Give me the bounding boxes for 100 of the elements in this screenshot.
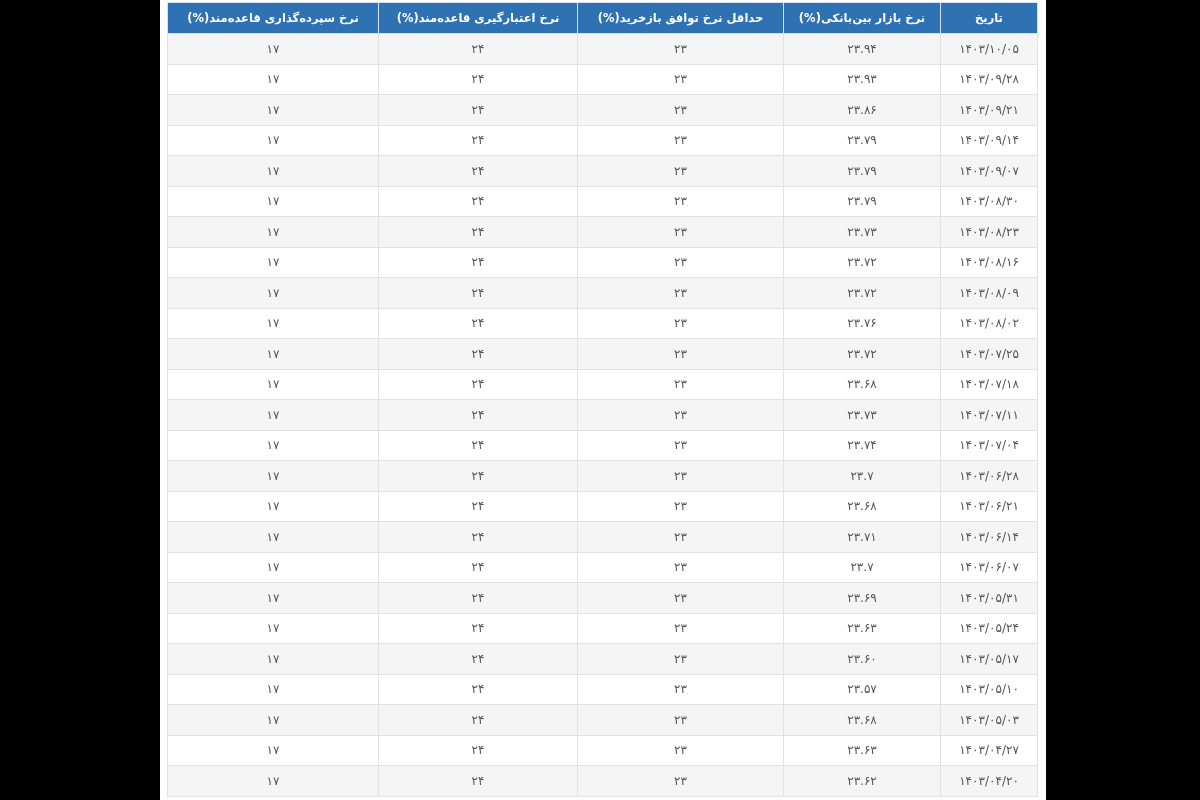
table-cell: ۱۷ xyxy=(167,460,379,491)
table-cell: ۲۳ xyxy=(577,155,784,186)
table-cell: ۲۴ xyxy=(378,460,578,491)
table-cell: ۱۴۰۳/۰۸/۰۹ xyxy=(940,277,1038,308)
table-cell: ۲۳.۵۷ xyxy=(783,674,941,705)
table-cell: ۲۴ xyxy=(378,277,578,308)
table-cell: ۲۴ xyxy=(378,125,578,156)
table-cell: ۲۳.۷۶ xyxy=(783,308,941,339)
table-cell: ۲۳ xyxy=(577,64,784,95)
table-cell: ۲۴ xyxy=(378,613,578,644)
table-cell: ۲۴ xyxy=(378,64,578,95)
table-cell: ۱۴۰۳/۰۷/۱۱ xyxy=(940,399,1038,430)
table-cell: ۲۳ xyxy=(577,430,784,461)
table-cell: ۲۳ xyxy=(577,613,784,644)
table-cell: ۱۷ xyxy=(167,277,379,308)
table-cell: ۱۴۰۳/۰۹/۲۸ xyxy=(940,64,1038,95)
table-cell: ۱۴۰۳/۰۹/۱۴ xyxy=(940,125,1038,156)
table-cell: ۱۷ xyxy=(167,735,379,766)
table-cell: ۲۴ xyxy=(378,674,578,705)
table-cell: ۱۴۰۳/۰۹/۲۱ xyxy=(940,94,1038,125)
table-cell: ۲۳ xyxy=(577,521,784,552)
table-cell: ۲۳.۸۶ xyxy=(783,94,941,125)
table-cell: ۱۷ xyxy=(167,765,379,796)
table-cell: ۲۳ xyxy=(577,735,784,766)
column-header: نرخ سپرده‌گذاری قاعده‌مند(%) xyxy=(167,2,379,34)
table-cell: ۲۳.۶۸ xyxy=(783,704,941,735)
table-cell: ۱۴۰۳/۰۶/۲۸ xyxy=(940,460,1038,491)
table-cell: ۱۷ xyxy=(167,613,379,644)
table-cell: ۱۴۰۳/۰۷/۰۴ xyxy=(940,430,1038,461)
table-cell: ۱۴۰۳/۰۶/۲۱ xyxy=(940,491,1038,522)
table-cell: ۲۳ xyxy=(577,491,784,522)
table-cell: ۲۳ xyxy=(577,186,784,217)
table-cell: ۱۷ xyxy=(167,674,379,705)
table-cell: ۱۷ xyxy=(167,582,379,613)
table-cell: ۱۴۰۳/۰۶/۰۷ xyxy=(940,552,1038,583)
table-cell: ۱۷ xyxy=(167,369,379,400)
table-cell: ۲۳.۷۲ xyxy=(783,247,941,278)
table-cell: ۱۷ xyxy=(167,399,379,430)
column-header: نرخ اعتبارگیری قاعده‌مند(%) xyxy=(378,2,578,34)
table-cell: ۲۳.۶۳ xyxy=(783,613,941,644)
table-cell: ۱۷ xyxy=(167,125,379,156)
table-cell: ۲۳.۷۳ xyxy=(783,399,941,430)
table-cell: ۱۴۰۳/۰۸/۳۰ xyxy=(940,186,1038,217)
table-cell: ۲۳.۶۰ xyxy=(783,643,941,674)
table-cell: ۱۷ xyxy=(167,186,379,217)
table-cell: ۱۴۰۳/۰۶/۱۴ xyxy=(940,521,1038,552)
table-cell: ۲۴ xyxy=(378,94,578,125)
table-cell: ۲۳ xyxy=(577,643,784,674)
table-cell: ۱۷ xyxy=(167,155,379,186)
table-cell: ۲۴ xyxy=(378,704,578,735)
table-cell: ۲۳.۷۲ xyxy=(783,277,941,308)
table-cell: ۲۳.۶۸ xyxy=(783,369,941,400)
table-cell: ۲۳ xyxy=(577,338,784,369)
table-cell: ۲۳.۷ xyxy=(783,552,941,583)
table-cell: ۲۳.۷۹ xyxy=(783,186,941,217)
table-cell: ۱۴۰۳/۰۵/۱۰ xyxy=(940,674,1038,705)
table-cell: ۲۳.۷۹ xyxy=(783,155,941,186)
table-cell: ۲۳ xyxy=(577,765,784,796)
column-header: نرخ بازار بین‌بانکی(%) xyxy=(783,2,941,34)
table-cell: ۲۴ xyxy=(378,369,578,400)
table-cell: ۲۳ xyxy=(577,216,784,247)
table-cell: ۲۴ xyxy=(378,430,578,461)
table-cell: ۱۴۰۳/۰۹/۰۷ xyxy=(940,155,1038,186)
table-cell: ۱۴۰۳/۰۵/۰۳ xyxy=(940,704,1038,735)
table-cell: ۱۴۰۳/۰۵/۱۷ xyxy=(940,643,1038,674)
table-cell: ۲۳ xyxy=(577,399,784,430)
table-cell: ۱۴۰۳/۰۸/۱۶ xyxy=(940,247,1038,278)
table-cell: ۱۷ xyxy=(167,216,379,247)
table-cell: ۱۷ xyxy=(167,643,379,674)
table-cell: ۱۷ xyxy=(167,64,379,95)
table-cell: ۲۴ xyxy=(378,155,578,186)
column-header: تاریخ xyxy=(940,2,1038,34)
table-cell: ۲۳ xyxy=(577,308,784,339)
table-cell: ۲۴ xyxy=(378,643,578,674)
table-cell: ۲۳.۷۳ xyxy=(783,216,941,247)
table-cell: ۲۳.۹۳ xyxy=(783,64,941,95)
table-cell: ۱۴۰۳/۱۰/۰۵ xyxy=(940,33,1038,64)
table-cell: ۲۴ xyxy=(378,765,578,796)
table-cell: ۱۴۰۳/۰۸/۲۳ xyxy=(940,216,1038,247)
table-cell: ۲۳ xyxy=(577,369,784,400)
table-cell: ۲۳.۷۱ xyxy=(783,521,941,552)
table-cell: ۲۳ xyxy=(577,674,784,705)
table-cell: ۲۳ xyxy=(577,94,784,125)
table-cell: ۱۷ xyxy=(167,247,379,278)
table-cell: ۱۴۰۳/۰۴/۲۰ xyxy=(940,765,1038,796)
table-cell: ۱۷ xyxy=(167,308,379,339)
table-cell: ۲۴ xyxy=(378,33,578,64)
table-cell: ۱۷ xyxy=(167,552,379,583)
column-header: حداقل نرخ توافق بازخرید(%) xyxy=(577,2,784,34)
table-cell: ۲۳.۷۹ xyxy=(783,125,941,156)
table-cell: ۱۷ xyxy=(167,430,379,461)
table-cell: ۲۴ xyxy=(378,552,578,583)
table-cell: ۱۷ xyxy=(167,491,379,522)
table-cell: ۲۳.۶۹ xyxy=(783,582,941,613)
table-cell: ۲۳ xyxy=(577,33,784,64)
table-cell: ۲۴ xyxy=(378,186,578,217)
table-cell: ۲۳.۷۴ xyxy=(783,430,941,461)
table-cell: ۲۳.۶۲ xyxy=(783,765,941,796)
table-cell: ۱۴۰۳/۰۷/۲۵ xyxy=(940,338,1038,369)
table-cell: ۲۴ xyxy=(378,338,578,369)
